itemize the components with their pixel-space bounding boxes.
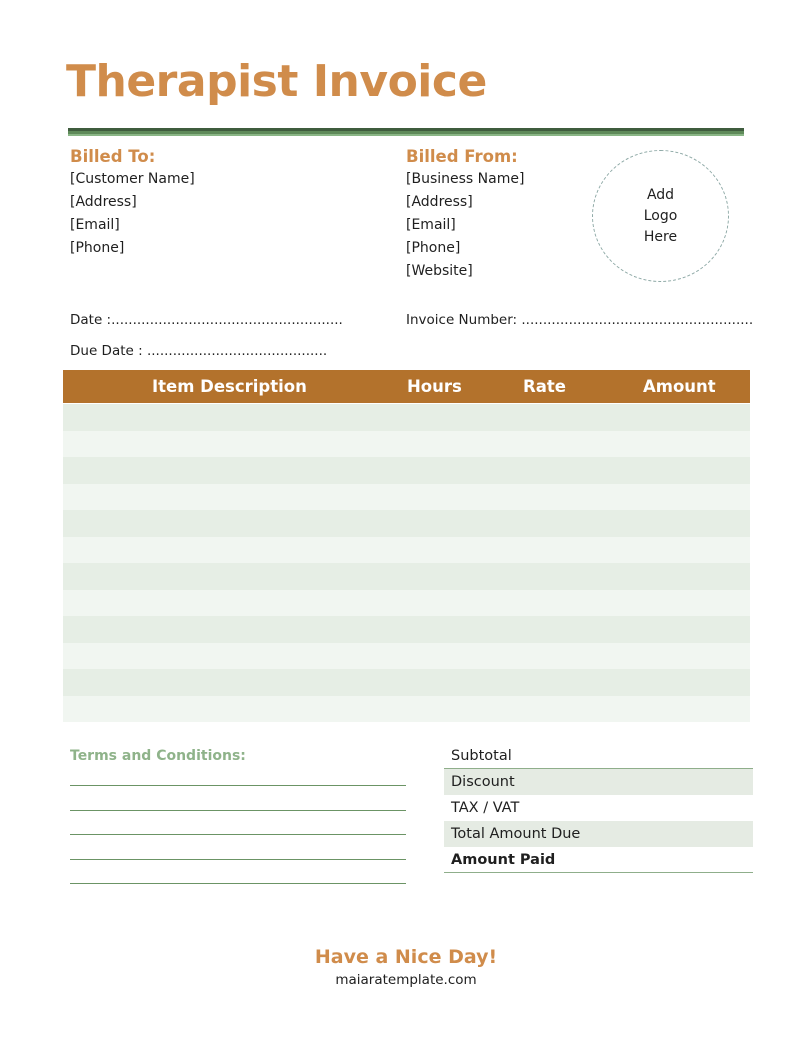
column-header-hours: Hours bbox=[407, 377, 462, 396]
table-row[interactable] bbox=[63, 536, 750, 563]
footer-website: maiaratemplate.com bbox=[335, 972, 477, 988]
table-row[interactable] bbox=[63, 563, 750, 590]
table-body bbox=[63, 404, 750, 722]
discount-row[interactable]: Discount bbox=[444, 769, 753, 795]
business-address-field[interactable]: [Address] bbox=[406, 191, 524, 214]
table-row[interactable] bbox=[63, 483, 750, 510]
billed-from-heading: Billed From: bbox=[406, 147, 518, 166]
logo-text-line: Logo bbox=[643, 207, 678, 224]
subtotal-row[interactable]: Subtotal bbox=[444, 743, 753, 769]
terms-line[interactable] bbox=[70, 858, 406, 860]
column-header-amount: Amount bbox=[643, 377, 716, 396]
table-row[interactable] bbox=[63, 642, 750, 669]
billed-to-heading: Billed To: bbox=[70, 147, 156, 166]
tax-row[interactable]: TAX / VAT bbox=[444, 795, 753, 821]
business-phone-field[interactable]: [Phone] bbox=[406, 237, 524, 260]
logo-text-line: Here bbox=[643, 228, 678, 245]
due-date-field[interactable]: Due Date : .............................… bbox=[70, 341, 327, 361]
table-row[interactable] bbox=[63, 589, 750, 616]
customer-name-field[interactable]: [Customer Name] bbox=[70, 168, 195, 191]
billed-to-section: Billed To: [Customer Name] [Address] [Em… bbox=[70, 146, 195, 260]
items-table: Item Description Hours Rate Amount bbox=[63, 370, 750, 722]
table-row[interactable] bbox=[63, 457, 750, 484]
logo-placeholder[interactable]: Add Logo Here bbox=[592, 150, 729, 282]
terms-line[interactable] bbox=[70, 785, 406, 786]
terms-line[interactable] bbox=[70, 883, 406, 884]
customer-phone-field[interactable]: [Phone] bbox=[70, 237, 195, 260]
total-due-row[interactable]: Total Amount Due bbox=[444, 821, 753, 847]
terms-heading: Terms and Conditions: bbox=[70, 748, 246, 764]
business-name-field[interactable]: [Business Name] bbox=[406, 168, 524, 191]
billed-from-section: Billed From: [Business Name] [Address] [… bbox=[406, 146, 524, 283]
terms-line[interactable] bbox=[70, 809, 406, 811]
table-row[interactable] bbox=[63, 404, 750, 431]
date-field[interactable]: Date :..................................… bbox=[70, 310, 343, 330]
table-row[interactable] bbox=[63, 510, 750, 537]
business-website-field[interactable]: [Website] bbox=[406, 260, 524, 283]
invoice-title: Therapist Invoice bbox=[66, 56, 487, 107]
logo-text-line: Add bbox=[646, 186, 675, 203]
amount-paid-row[interactable]: Amount Paid bbox=[444, 847, 753, 873]
customer-email-field[interactable]: [Email] bbox=[70, 214, 195, 237]
invoice-number-field[interactable]: Invoice Number: ........................… bbox=[406, 310, 753, 330]
business-email-field[interactable]: [Email] bbox=[406, 214, 524, 237]
header-divider bbox=[68, 128, 744, 136]
terms-line[interactable] bbox=[70, 834, 406, 835]
table-row[interactable] bbox=[63, 669, 750, 696]
column-header-description: Item Description bbox=[152, 377, 307, 396]
column-header-rate: Rate bbox=[523, 377, 566, 396]
totals-box: Subtotal Discount TAX / VAT Total Amount… bbox=[444, 743, 753, 873]
footer-message: Have a Nice Day! bbox=[314, 946, 498, 968]
table-row[interactable] bbox=[63, 616, 750, 643]
customer-address-field[interactable]: [Address] bbox=[70, 191, 195, 214]
table-row[interactable] bbox=[63, 695, 750, 722]
table-row[interactable] bbox=[63, 430, 750, 457]
table-header: Item Description Hours Rate Amount bbox=[63, 370, 750, 403]
